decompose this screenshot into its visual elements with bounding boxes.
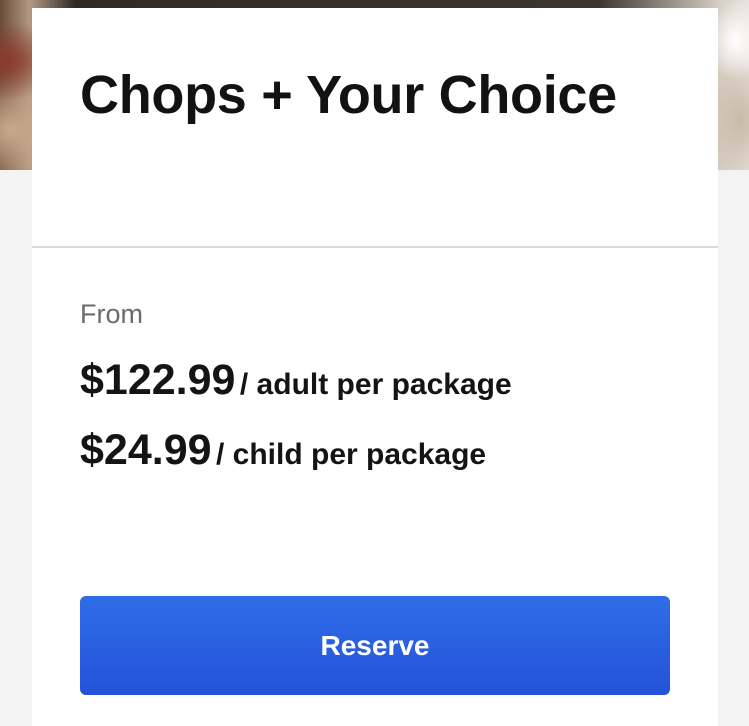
adult-price-amount: $122.99	[80, 356, 236, 404]
card-body: From $122.99 / adult per package $24.99 …	[32, 248, 718, 490]
child-price-amount: $24.99	[80, 426, 212, 474]
package-title: Chops + Your Choice	[80, 65, 617, 125]
child-price-unit: / child per package	[215, 438, 487, 471]
adult-price: $122.99 / adult per package	[80, 350, 670, 420]
reserve-button[interactable]: Reserve	[80, 596, 670, 695]
card-header: Chops + Your Choice	[32, 8, 718, 248]
adult-price-unit: / adult per package	[239, 368, 512, 401]
child-price: $24.99 / child per package	[80, 420, 670, 490]
from-label: From	[80, 299, 143, 329]
package-card: Chops + Your Choice From $122.99 / adult…	[32, 8, 718, 726]
